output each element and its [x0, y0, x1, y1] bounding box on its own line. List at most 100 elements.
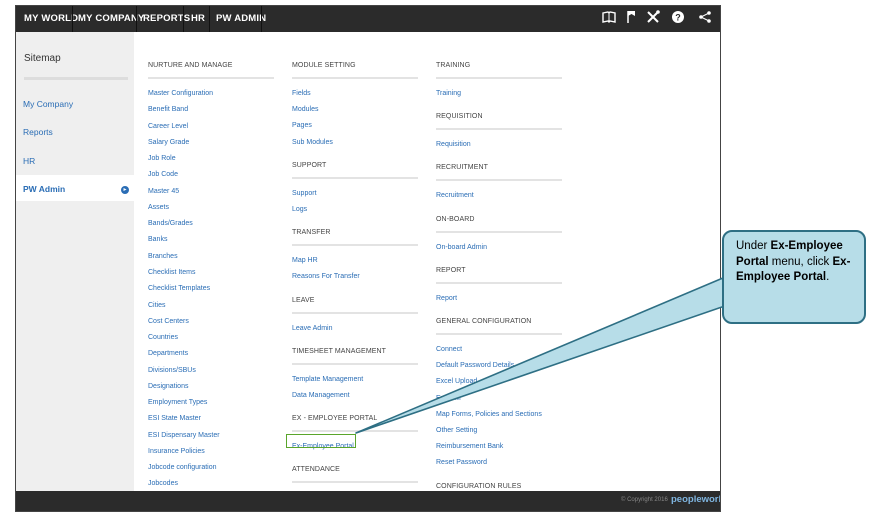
- section-heading: REPORT: [436, 266, 466, 274]
- link-jobcodes[interactable]: Jobcodes: [148, 480, 178, 487]
- link-esi-state-master[interactable]: ESI State Master: [148, 415, 201, 422]
- link-connect[interactable]: Connect: [436, 346, 462, 353]
- link-map-forms-policies-and-sections[interactable]: Map Forms, Policies and Sections: [436, 411, 542, 418]
- link-countries[interactable]: Countries: [148, 334, 178, 341]
- link-checklist-templates[interactable]: Checklist Templates: [148, 285, 210, 292]
- section-heading: RECRUITMENT: [436, 164, 489, 172]
- divider: [292, 176, 418, 179]
- link-data-management[interactable]: Data Management: [292, 392, 350, 399]
- link-divisions-sbus[interactable]: Divisions/SBUs: [148, 367, 196, 374]
- footer: © Copyright 2016 peopleworks: [16, 491, 720, 511]
- link-reset-password[interactable]: Reset Password: [436, 459, 487, 466]
- link-checklist-items[interactable]: Checklist Items: [148, 269, 195, 276]
- share-icon[interactable]: [696, 10, 714, 28]
- section-heading: CONFIGURATION RULES: [436, 482, 522, 490]
- app-window: MY WORLD MY COMPANY REPORTS HR PW ADMIN …: [15, 5, 721, 512]
- callout-annotation: Under Ex-Employee Portal menu, click Ex-…: [722, 230, 866, 324]
- link-departments[interactable]: Departments: [148, 350, 188, 357]
- divider: [292, 430, 418, 433]
- book-icon[interactable]: [600, 10, 618, 28]
- link-default-password-details[interactable]: Default Password Details: [436, 362, 514, 369]
- link-map-hr[interactable]: Map HR: [292, 257, 318, 264]
- help-icon[interactable]: ?: [669, 10, 687, 28]
- divider: [436, 230, 562, 233]
- link-training[interactable]: Training: [436, 90, 461, 97]
- divider: [292, 311, 418, 314]
- section-heading: NURTURE AND MANAGE: [148, 62, 233, 69]
- link-salary-grade[interactable]: Salary Grade: [148, 139, 189, 146]
- section-heading: EX - EMPLOYEE PORTAL: [292, 415, 378, 423]
- link-reimbursement-bank[interactable]: Reimbursement Bank: [436, 443, 503, 450]
- section-heading: TIMESHEET MANAGEMENT: [292, 347, 387, 355]
- sidebar: Sitemap My Company Reports HR PW Admin ▸: [16, 32, 134, 491]
- nav-separator: [72, 6, 73, 32]
- link-insurance-policies[interactable]: Insurance Policies: [148, 448, 205, 455]
- section-heading: GENERAL CONFIGURATION: [436, 318, 532, 325]
- sidebar-title: Sitemap: [24, 53, 61, 64]
- section-heading: TRAINING: [436, 62, 471, 69]
- link-modules[interactable]: Modules: [292, 106, 318, 113]
- section-heading: SUPPORT: [292, 161, 327, 169]
- nav-pw-admin[interactable]: PW ADMIN: [216, 6, 266, 32]
- sitemap-content: Sitemap My Company Reports HR PW Admin ▸…: [16, 32, 720, 500]
- sidebar-item-pw-admin[interactable]: PW Admin: [23, 184, 65, 194]
- divider: [436, 281, 562, 284]
- sidebar-item-hr[interactable]: HR: [23, 156, 35, 166]
- link-job-role[interactable]: Job Role: [148, 155, 176, 162]
- divider: [292, 481, 418, 484]
- section-heading: MODULE SETTING: [292, 62, 356, 69]
- link-excel-upload[interactable]: Excel Upload: [436, 378, 477, 385]
- link-template-management[interactable]: Template Management: [292, 376, 363, 383]
- section-heading: LEAVE: [292, 296, 315, 304]
- bookmark-icon[interactable]: [622, 10, 640, 28]
- link-excel-m[interactable]: Excel M: [436, 395, 461, 402]
- link-esi-dispensary-master[interactable]: ESI Dispensary Master: [148, 432, 220, 439]
- link-cities[interactable]: Cities: [148, 302, 166, 309]
- link-jobcode-configuration[interactable]: Jobcode configuration: [148, 464, 217, 471]
- link-master-configuration[interactable]: Master Configuration: [148, 90, 213, 97]
- link-assets[interactable]: Assets: [148, 204, 169, 211]
- link-reasons-for-transfer[interactable]: Reasons For Transfer: [292, 273, 360, 280]
- nav-hr[interactable]: HR: [191, 6, 205, 32]
- section-heading: REQUISITION: [436, 113, 483, 121]
- link-on-board-admin[interactable]: On-board Admin: [436, 244, 487, 251]
- link-fields[interactable]: Fields: [292, 90, 311, 97]
- callout-text: Under Ex-Employee Portal menu, click Ex-…: [736, 240, 851, 283]
- chevron-right-icon: ▸: [121, 186, 129, 194]
- sidebar-item-reports[interactable]: Reports: [23, 127, 53, 137]
- link-benefit-band[interactable]: Benefit Band: [148, 106, 188, 113]
- divider: [436, 179, 562, 182]
- svg-text:?: ?: [675, 13, 681, 23]
- link-leave-admin[interactable]: Leave Admin: [292, 325, 332, 332]
- nav-my-company[interactable]: MY COMPANY: [78, 6, 145, 32]
- link-bands-grades[interactable]: Bands/Grades: [148, 220, 193, 227]
- link-master-45[interactable]: Master 45: [148, 188, 179, 195]
- divider: [148, 77, 274, 79]
- link-recruitment[interactable]: Recruitment: [436, 192, 474, 199]
- nav-separator: [183, 6, 184, 32]
- divider: [24, 77, 128, 80]
- tools-icon[interactable]: [644, 10, 662, 28]
- link-branches[interactable]: Branches: [148, 253, 178, 260]
- nav-my-world[interactable]: MY WORLD: [24, 6, 78, 32]
- link-logs[interactable]: Logs: [292, 206, 307, 213]
- section-heading: ATTENDANCE: [292, 466, 340, 474]
- link-employment-types[interactable]: Employment Types: [148, 399, 207, 406]
- nav-separator: [136, 6, 137, 32]
- link-report[interactable]: Report: [436, 295, 457, 302]
- link-designations[interactable]: Designations: [148, 383, 188, 390]
- link-job-code[interactable]: Job Code: [148, 171, 178, 178]
- sidebar-item-my-company[interactable]: My Company: [23, 99, 73, 109]
- link-support[interactable]: Support: [292, 190, 317, 197]
- link-pages[interactable]: Pages: [292, 122, 312, 129]
- link-cost-centers[interactable]: Cost Centers: [148, 318, 189, 325]
- link-other-setting[interactable]: Other Setting: [436, 427, 477, 434]
- copyright-text: © Copyright 2016: [621, 497, 668, 503]
- divider: [436, 128, 562, 131]
- link-requisition[interactable]: Requisition: [436, 141, 471, 148]
- link-banks[interactable]: Banks: [148, 236, 167, 243]
- link-career-level[interactable]: Career Level: [148, 123, 188, 130]
- divider: [436, 77, 562, 79]
- section-heading: ON-BOARD: [436, 215, 475, 223]
- link-sub-modules[interactable]: Sub Modules: [292, 139, 333, 146]
